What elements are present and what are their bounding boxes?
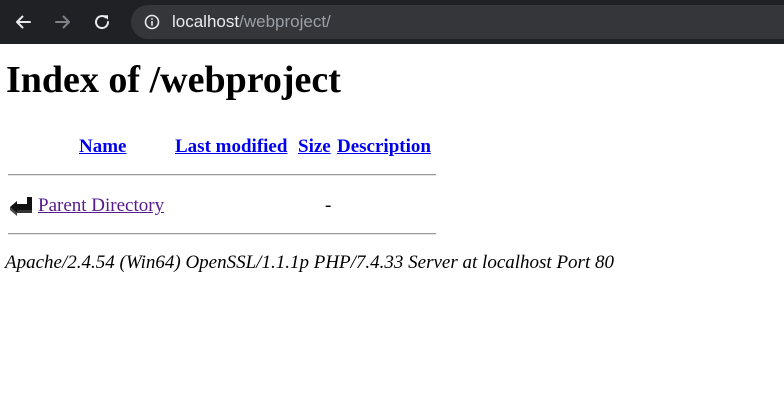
parent-directory-link[interactable]: Parent Directory [38, 195, 164, 217]
back-button[interactable] [8, 7, 38, 37]
url-text[interactable]: localhost/webproject/ [172, 12, 331, 32]
column-header-size[interactable]: Size [298, 136, 331, 158]
page-title: Index of /webproject [6, 59, 341, 101]
divider [8, 174, 436, 176]
column-header-name[interactable]: Name [79, 136, 126, 158]
url-host: localhost [172, 12, 240, 31]
reload-button[interactable] [87, 7, 117, 37]
column-header-last-modified[interactable]: Last modified [175, 136, 287, 158]
arrow-left-icon [16, 15, 31, 29]
reload-icon [95, 15, 110, 30]
info-icon[interactable] [144, 14, 160, 30]
url-path: /webproject/ [239, 12, 331, 31]
size-cell: - [325, 195, 332, 216]
back-folder-icon [10, 197, 32, 216]
browser-toolbar: localhost/webproject/ [0, 0, 784, 44]
server-signature: Apache/2.4.54 (Win64) OpenSSL/1.1.1p PHP… [5, 252, 614, 273]
arrow-right-icon [55, 15, 70, 29]
column-header-description[interactable]: Description [337, 136, 431, 158]
address-bar[interactable]: localhost/webproject/ [131, 5, 784, 39]
forward-button[interactable] [48, 7, 78, 37]
divider [8, 233, 436, 235]
